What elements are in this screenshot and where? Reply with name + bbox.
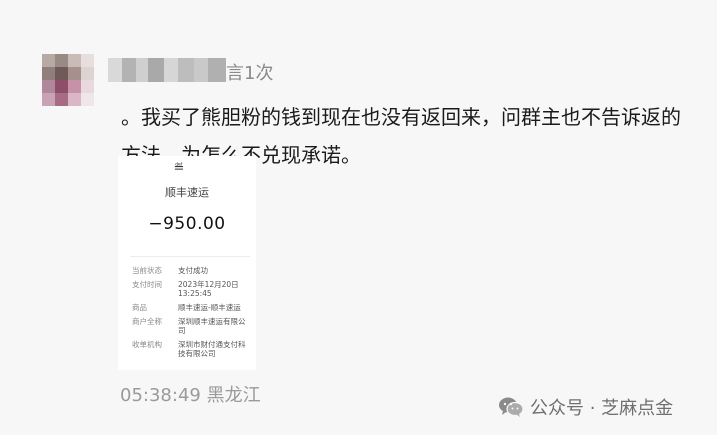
receipt-row-key: 商品 — [132, 303, 147, 312]
receipt-row-value: 深圳市财付通支付科技有限公司 — [178, 340, 246, 358]
receipt-divider — [130, 256, 250, 257]
receipt-details: 当前状态 支付成功 支付时间 2023年12月20日 13:25:45 商品 顺… — [132, 266, 252, 363]
receipt-image[interactable]: ≝ 顺丰速运 −950.00 当前状态 支付成功 支付时间 2023年12月20… — [118, 156, 256, 370]
watermark-text: 公众号 · 芝麻点金 — [530, 398, 674, 419]
receipt-row-key: 收单机构 — [132, 340, 162, 349]
wechat-icon — [499, 397, 524, 417]
receipt-row: 商户全称 深圳顺丰速运有限公司 — [132, 317, 252, 335]
receipt-amount: −950.00 — [148, 214, 226, 234]
receipt-row-value: 顺丰速运-顺丰速运 — [178, 303, 241, 312]
merchant-logo-icon: ≝ — [173, 161, 185, 176]
receipt-row: 支付时间 2023年12月20日 13:25:45 — [132, 280, 252, 298]
author-name-redacted[interactable] — [108, 58, 226, 82]
receipt-row-value: 2023年12月20日 13:25:45 — [178, 280, 239, 298]
post-timestamp: 05:38:49 黑龙江 — [120, 385, 261, 406]
author-suffix: 言1次 — [226, 63, 274, 84]
watermark: 公众号 · 芝麻点金 — [498, 394, 673, 420]
receipt-row-value: 支付成功 — [178, 266, 208, 275]
receipt-row: 商品 顺丰速运-顺丰速运 — [132, 303, 252, 312]
receipt-row-key: 当前状态 — [132, 266, 162, 275]
receipt-row-value: 深圳顺丰速运有限公司 — [178, 317, 246, 335]
receipt-row-key: 商户全称 — [132, 317, 162, 326]
receipt-row-key: 支付时间 — [132, 280, 162, 289]
avatar[interactable] — [42, 54, 94, 106]
receipt-merchant: 顺丰速运 — [165, 186, 209, 199]
receipt-row: 当前状态 支付成功 — [132, 266, 252, 275]
receipt-row: 收单机构 深圳市财付通支付科技有限公司 — [132, 340, 252, 358]
